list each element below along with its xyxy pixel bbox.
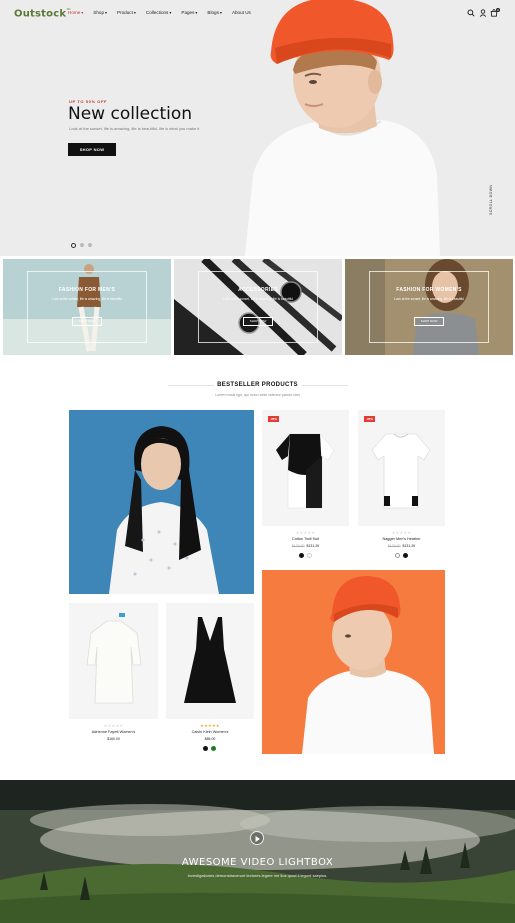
site-header: Outstock™ Home▾ Shop▾ Product▾ Collectio… — [0, 0, 515, 28]
feature-image-woman[interactable] — [69, 410, 254, 594]
feature-image-man[interactable] — [262, 570, 445, 754]
product-1-price: $179.00 $131.26 — [291, 544, 320, 548]
product-1-rating: ★★★★★ — [295, 530, 316, 535]
product-card-4-image[interactable] — [166, 603, 254, 719]
main-nav: Home▾ Shop▾ Product▾ Collections▾ Pages▾… — [68, 10, 261, 15]
cart-count-badge: 0 — [496, 8, 500, 12]
banner-men-title: FASHION FOR MEN'S — [58, 287, 116, 293]
bestseller-title: BESTSELLER PRODUCTS — [217, 382, 298, 388]
nav-shop[interactable]: Shop▾ — [93, 10, 107, 15]
slider-dot-1[interactable] — [71, 242, 76, 248]
banner-accessories-title: ACCESSORIES — [238, 287, 278, 293]
color-swatch-green[interactable] — [211, 746, 216, 751]
banner-accessories-desc: Look at the sunset, life is amazing, lif… — [223, 297, 293, 301]
color-swatch-white[interactable] — [307, 553, 312, 558]
product-2-price: $179.00 $131.26 — [387, 544, 416, 548]
product-3-price: $160.00 — [107, 737, 120, 741]
banner-women-desc: Look at the sunset, life is amazing, lif… — [394, 297, 464, 301]
sale-badge: -28% — [268, 416, 280, 422]
hero-title: New collection — [68, 104, 193, 124]
hero-slider: UP TO 50% OFF New collection Look at the… — [0, 0, 515, 256]
banner-accessories[interactable]: ACCESSORIES Look at the sunset, life is … — [174, 259, 342, 355]
video-background-image — [0, 780, 515, 923]
product-4-price: $85.00 — [204, 737, 216, 741]
color-swatch-black[interactable] — [403, 553, 408, 558]
product-card-1-image[interactable]: -28% — [262, 410, 349, 526]
video-description: Investigationes demonstraverunt lectores… — [187, 873, 328, 878]
nav-product[interactable]: Product▾ — [117, 10, 136, 15]
slider-pagination — [71, 242, 92, 248]
bestseller-subtitle: Lorem mods typi, qui nunc nobis videntur… — [215, 393, 300, 397]
banner-men[interactable]: FASHION FOR MEN'S Look at the sunset, li… — [3, 259, 171, 355]
nav-home[interactable]: Home▾ — [68, 10, 83, 15]
play-video-button[interactable] — [250, 831, 264, 845]
product-4-rating: ★★★★★ — [200, 723, 220, 728]
nav-pages[interactable]: Pages▾ — [181, 10, 197, 15]
product-card-3-image[interactable] — [69, 603, 158, 719]
banner-men-button[interactable]: SHOP NOW — [72, 317, 102, 326]
video-lightbox-section — [0, 780, 515, 923]
slider-dot-3[interactable] — [88, 243, 92, 247]
product-2-name[interactable]: Nagger Men's Heather — [358, 537, 445, 541]
video-title: AWESOME VIDEO LIGHTBOX — [181, 857, 334, 868]
nav-blogs[interactable]: Blogs▾ — [207, 10, 222, 15]
search-icon[interactable] — [467, 9, 475, 17]
product-3-rating: ★★★★★ — [103, 723, 124, 728]
play-icon — [255, 836, 260, 842]
color-swatch-black[interactable] — [203, 746, 208, 751]
product-card-2-image[interactable]: -28% — [358, 410, 445, 526]
color-swatch-white[interactable] — [395, 553, 400, 558]
logo[interactable]: Outstock™ — [14, 8, 71, 19]
banner-men-desc: Look at the sunset, life is amazing, lif… — [52, 297, 122, 301]
banner-women[interactable]: FASHION FOR WOMEN'S Look at the sunset, … — [345, 259, 513, 355]
product-4-name[interactable]: Calvin Klein Women's — [166, 730, 254, 734]
shop-now-button[interactable]: SHOP NOW — [68, 143, 116, 156]
sale-badge: -28% — [364, 416, 376, 422]
banner-accessories-button[interactable]: SHOP NOW — [243, 317, 273, 326]
color-swatch-black[interactable] — [299, 553, 304, 558]
nav-collections[interactable]: Collections▾ — [146, 10, 171, 15]
user-icon[interactable] — [479, 9, 487, 17]
slider-dot-2[interactable] — [80, 243, 84, 247]
nav-about-us[interactable]: About Us — [232, 10, 251, 15]
hero-description: Look at the sunset, life is amazing, lif… — [69, 126, 200, 131]
scroll-down-label[interactable]: SCROLL DOWN — [489, 185, 493, 215]
hero-model-image — [245, 0, 440, 256]
product-3-name[interactable]: Adrienne Fayett Women's — [69, 730, 158, 734]
product-1-name[interactable]: Cotton Twill Suit — [262, 537, 349, 541]
banner-women-title: FASHION FOR WOMEN'S — [396, 287, 462, 293]
banner-women-button[interactable]: SHOP NOW — [414, 317, 444, 326]
product-2-rating: ★★★★★ — [391, 530, 412, 535]
